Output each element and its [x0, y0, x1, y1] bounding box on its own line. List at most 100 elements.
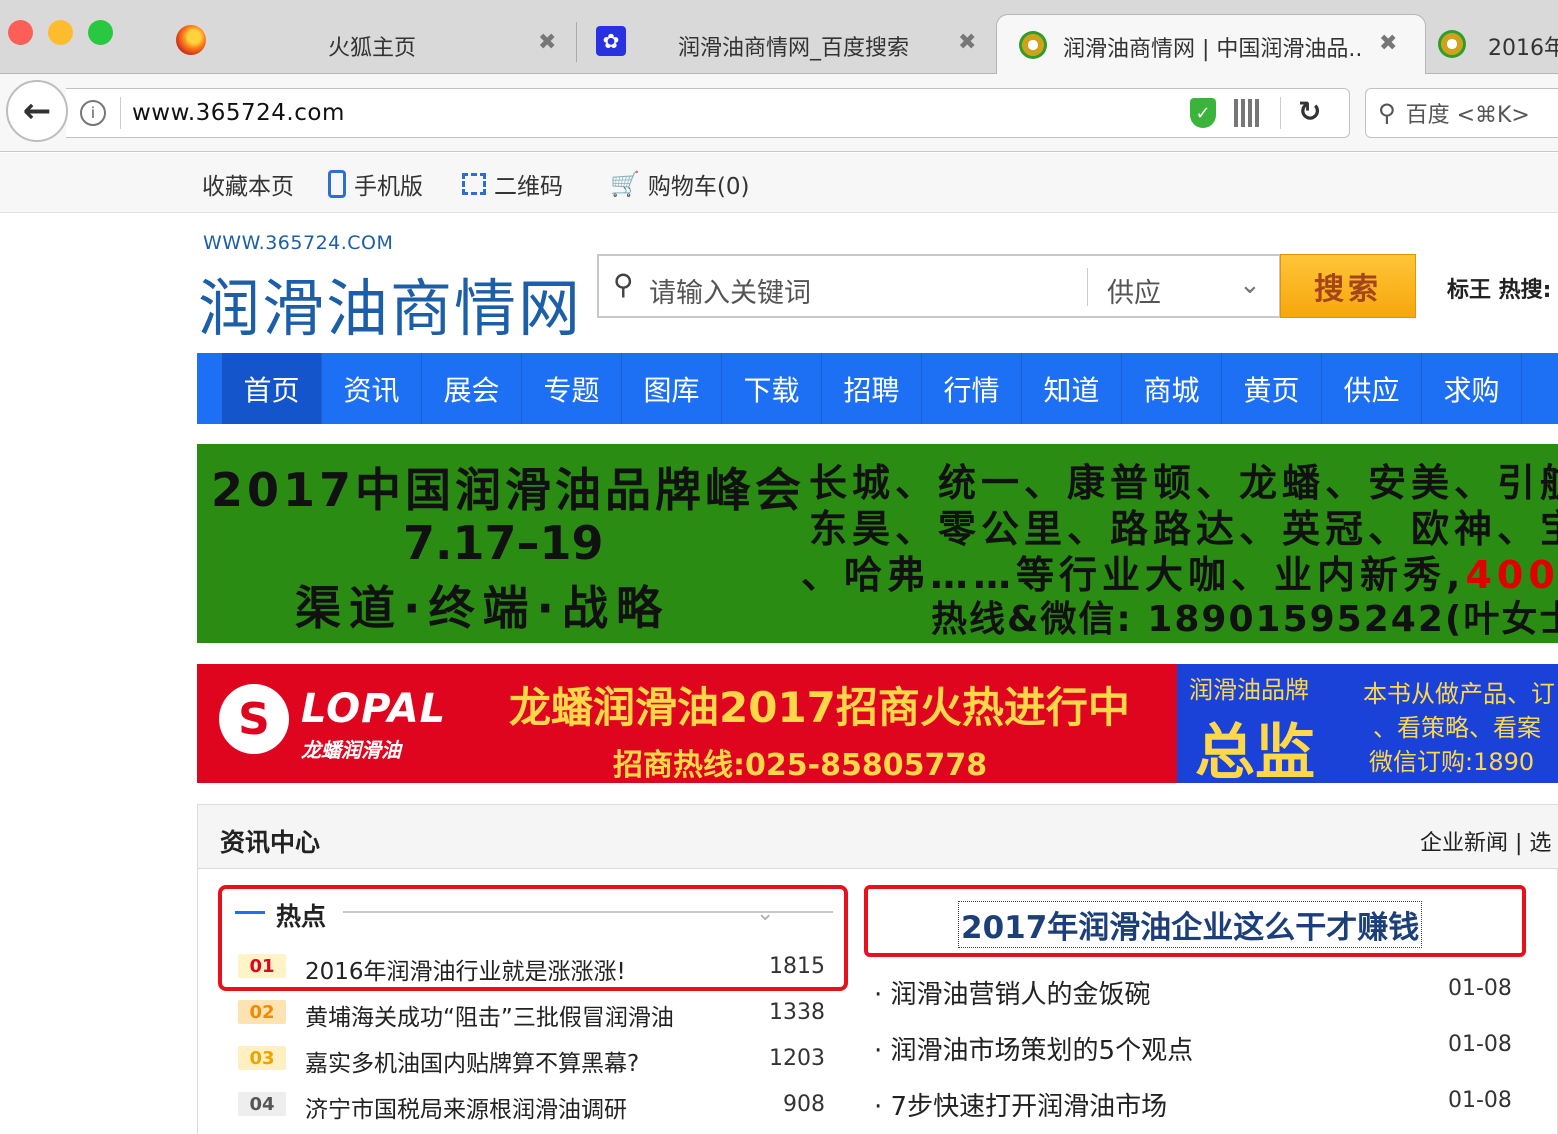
news-category-links[interactable]: 企业新闻 | 选 [1420, 825, 1551, 857]
hot-item-count: 1203 [769, 1046, 825, 1071]
banner-hotline: 招商热线:025-85805778 [613, 748, 988, 783]
cart-icon: 🛒 [610, 170, 640, 198]
firefox-icon [176, 25, 206, 55]
lopal-logo-icon: S [219, 684, 289, 754]
book-line3: 微信订购:1890 [1369, 748, 1535, 776]
rank-badge: 03 [238, 1046, 286, 1070]
search-icon: ⚲ [1378, 99, 1396, 127]
tab-title: 火狐主页 [328, 36, 417, 61]
cart-link[interactable]: 🛒 购物车(0) [610, 167, 749, 201]
tab-2016[interactable]: 2016年 [1430, 0, 1558, 74]
summit-banner[interactable]: 2017中国润滑油品牌峰会 7.17–19 渠道·终端·战略 长城、统一、康普顿… [197, 444, 1558, 643]
nav-news[interactable]: 资讯 [322, 353, 422, 424]
phone-icon [328, 170, 346, 198]
news-item-title[interactable]: · 润滑油市场策划的5个观点 [874, 1030, 1193, 1067]
site-favicon-icon [1438, 30, 1466, 58]
browser-nav-bar: i www.365724.com ✓ ↻ ← ⚲ 百度 <⌘K> [0, 74, 1558, 152]
search-icon: ⚲ [613, 268, 634, 301]
tab-firefox-home[interactable]: 火狐主页 ✖ [168, 0, 568, 74]
banner-headline: 龙蟠润滑油2017招商火热进行中 [509, 683, 1130, 732]
back-arrow-icon: ← [22, 91, 52, 131]
search-placeholder: 百度 <⌘K> [1405, 103, 1530, 128]
banner-title: 2017中国润滑油品牌峰会 [211, 463, 806, 517]
site-favicon-icon [1019, 31, 1047, 59]
rank-badge: 02 [238, 1000, 286, 1024]
search-divider [1087, 268, 1088, 306]
nav-supply[interactable]: 供应 [1322, 353, 1422, 424]
info-icon[interactable]: i [80, 100, 106, 126]
book-line2: 、看策略、看案 [1373, 714, 1541, 742]
book-banner[interactable]: 润滑油品牌 总监 本书从做产品、订 、看策略、看案 微信订购:1890 [1177, 664, 1558, 783]
news-item-date: 01-08 [1448, 1088, 1512, 1113]
nav-exhibition[interactable]: 展会 [422, 353, 522, 424]
news-item-title[interactable]: · 润滑油营销人的金饭碗 [874, 974, 1151, 1011]
mobile-link[interactable]: 手机版 [328, 167, 423, 201]
news-item-date: 01-08 [1448, 1032, 1512, 1057]
scan-icon [462, 173, 486, 195]
lopal-banner[interactable]: S LOPAL 龙蟠润滑油 龙蟠润滑油2017招商火热进行中 招商热线:025-… [197, 664, 1177, 783]
browser-search-box[interactable]: ⚲ 百度 <⌘K> [1365, 88, 1558, 138]
search-category-select[interactable]: 供应 [1107, 271, 1161, 310]
mobile-label: 手机版 [354, 174, 423, 200]
bookmark-link[interactable]: 收藏本页 [202, 167, 294, 201]
search-input[interactable]: 请输入关键词 [649, 271, 811, 310]
brand-name-cn: 龙蟠润滑油 [301, 738, 401, 762]
highlight-box-hot-item [218, 885, 848, 991]
search-button[interactable]: 搜索 [1280, 254, 1416, 318]
hot-item-count: 908 [783, 1092, 825, 1117]
nav-purchase[interactable]: 求购 [1422, 353, 1522, 424]
tab-title: 润滑油商情网_百度搜索 [678, 36, 910, 61]
close-icon[interactable]: ✖ [538, 30, 556, 55]
back-button[interactable]: ← [6, 80, 68, 142]
hot-item-title[interactable]: 嘉实多机油国内贴牌算不算黑幕? [305, 1044, 639, 1078]
nav-home[interactable]: 首页 [222, 353, 322, 424]
close-icon[interactable]: ✖ [958, 30, 976, 55]
site-logo[interactable]: 润滑油商情网 [198, 258, 582, 348]
maximize-window-button[interactable] [88, 20, 113, 45]
nav-knowledge[interactable]: 知道 [1022, 353, 1122, 424]
shield-icon[interactable]: ✓ [1190, 98, 1216, 128]
baidu-paw-icon: ✿ [596, 26, 626, 56]
brand-name: LOPAL [301, 686, 447, 732]
banner-dates: 7.17–19 [403, 516, 604, 570]
logo-url[interactable]: WWW.365724.COM [203, 232, 393, 254]
tab-title: 润滑油商情网 | 中国润滑油品... [1063, 37, 1363, 62]
nav-jobs[interactable]: 招聘 [822, 353, 922, 424]
bookmark-label: 收藏本页 [202, 174, 294, 200]
hot-item-count: 1338 [769, 1000, 825, 1025]
chevron-down-icon[interactable]: ⌄ [1239, 270, 1261, 300]
close-icon[interactable]: ✖ [1379, 31, 1397, 56]
minimize-window-button[interactable] [48, 20, 73, 45]
nav-mall[interactable]: 商城 [1122, 353, 1222, 424]
nav-topics[interactable]: 专题 [522, 353, 622, 424]
nav-market[interactable]: 行情 [922, 353, 1022, 424]
site-search-box: ⚲ 请输入关键词 供应 ⌄ [597, 254, 1281, 318]
book-label: 润滑油品牌 [1189, 676, 1309, 704]
tab-baidu-search[interactable]: ✿ 润滑油商情网_百度搜索 ✖ [590, 0, 990, 74]
book-line1: 本书从做产品、订 [1363, 680, 1555, 708]
banner-line4: 热线&微信: 18901595242(叶女士) [931, 599, 1558, 640]
qrcode-link[interactable]: 二维码 [462, 167, 563, 201]
hot-item-title[interactable]: 济宁市国税局来源根润滑油调研 [305, 1090, 627, 1124]
cart-label: 购物车(0) [647, 174, 750, 200]
tab-lubricant-site[interactable]: 润滑油商情网 | 中国润滑油品... ✖ [996, 14, 1426, 75]
qrcode-label: 二维码 [494, 174, 563, 200]
nav-yellowpages[interactable]: 黄页 [1222, 353, 1322, 424]
toolbar-divider [1280, 97, 1281, 129]
hot-keywords: 标王 热搜: [1447, 278, 1552, 303]
reload-icon[interactable]: ↻ [1298, 95, 1321, 128]
banner-slogan: 渠道·终端·战略 [295, 581, 670, 635]
close-window-button[interactable] [8, 20, 33, 45]
news-item-title[interactable]: · 7步快速打开润滑油市场 [874, 1086, 1167, 1123]
section-title: 资讯中心 [220, 828, 321, 857]
nav-gallery[interactable]: 图库 [622, 353, 722, 424]
main-nav: 首页 资讯 展会 专题 图库 下载 招聘 行情 知道 商城 黄页 供应 求购 [197, 353, 1558, 424]
browser-tab-bar: 火狐主页 ✖ ✿ 润滑油商情网_百度搜索 ✖ 润滑油商情网 | 中国润滑油品..… [0, 0, 1558, 75]
nav-download[interactable]: 下载 [722, 353, 822, 424]
tab-separator [576, 22, 577, 62]
highlight-box-headline [864, 885, 1526, 957]
url-bar[interactable]: i www.365724.com ✓ ↻ [66, 88, 1350, 138]
hot-item-title[interactable]: 黄埔海关成功“阻击”三批假冒润滑油 [305, 998, 674, 1032]
url-text[interactable]: www.365724.com [132, 100, 345, 126]
qrcode-icon[interactable] [1234, 99, 1262, 127]
